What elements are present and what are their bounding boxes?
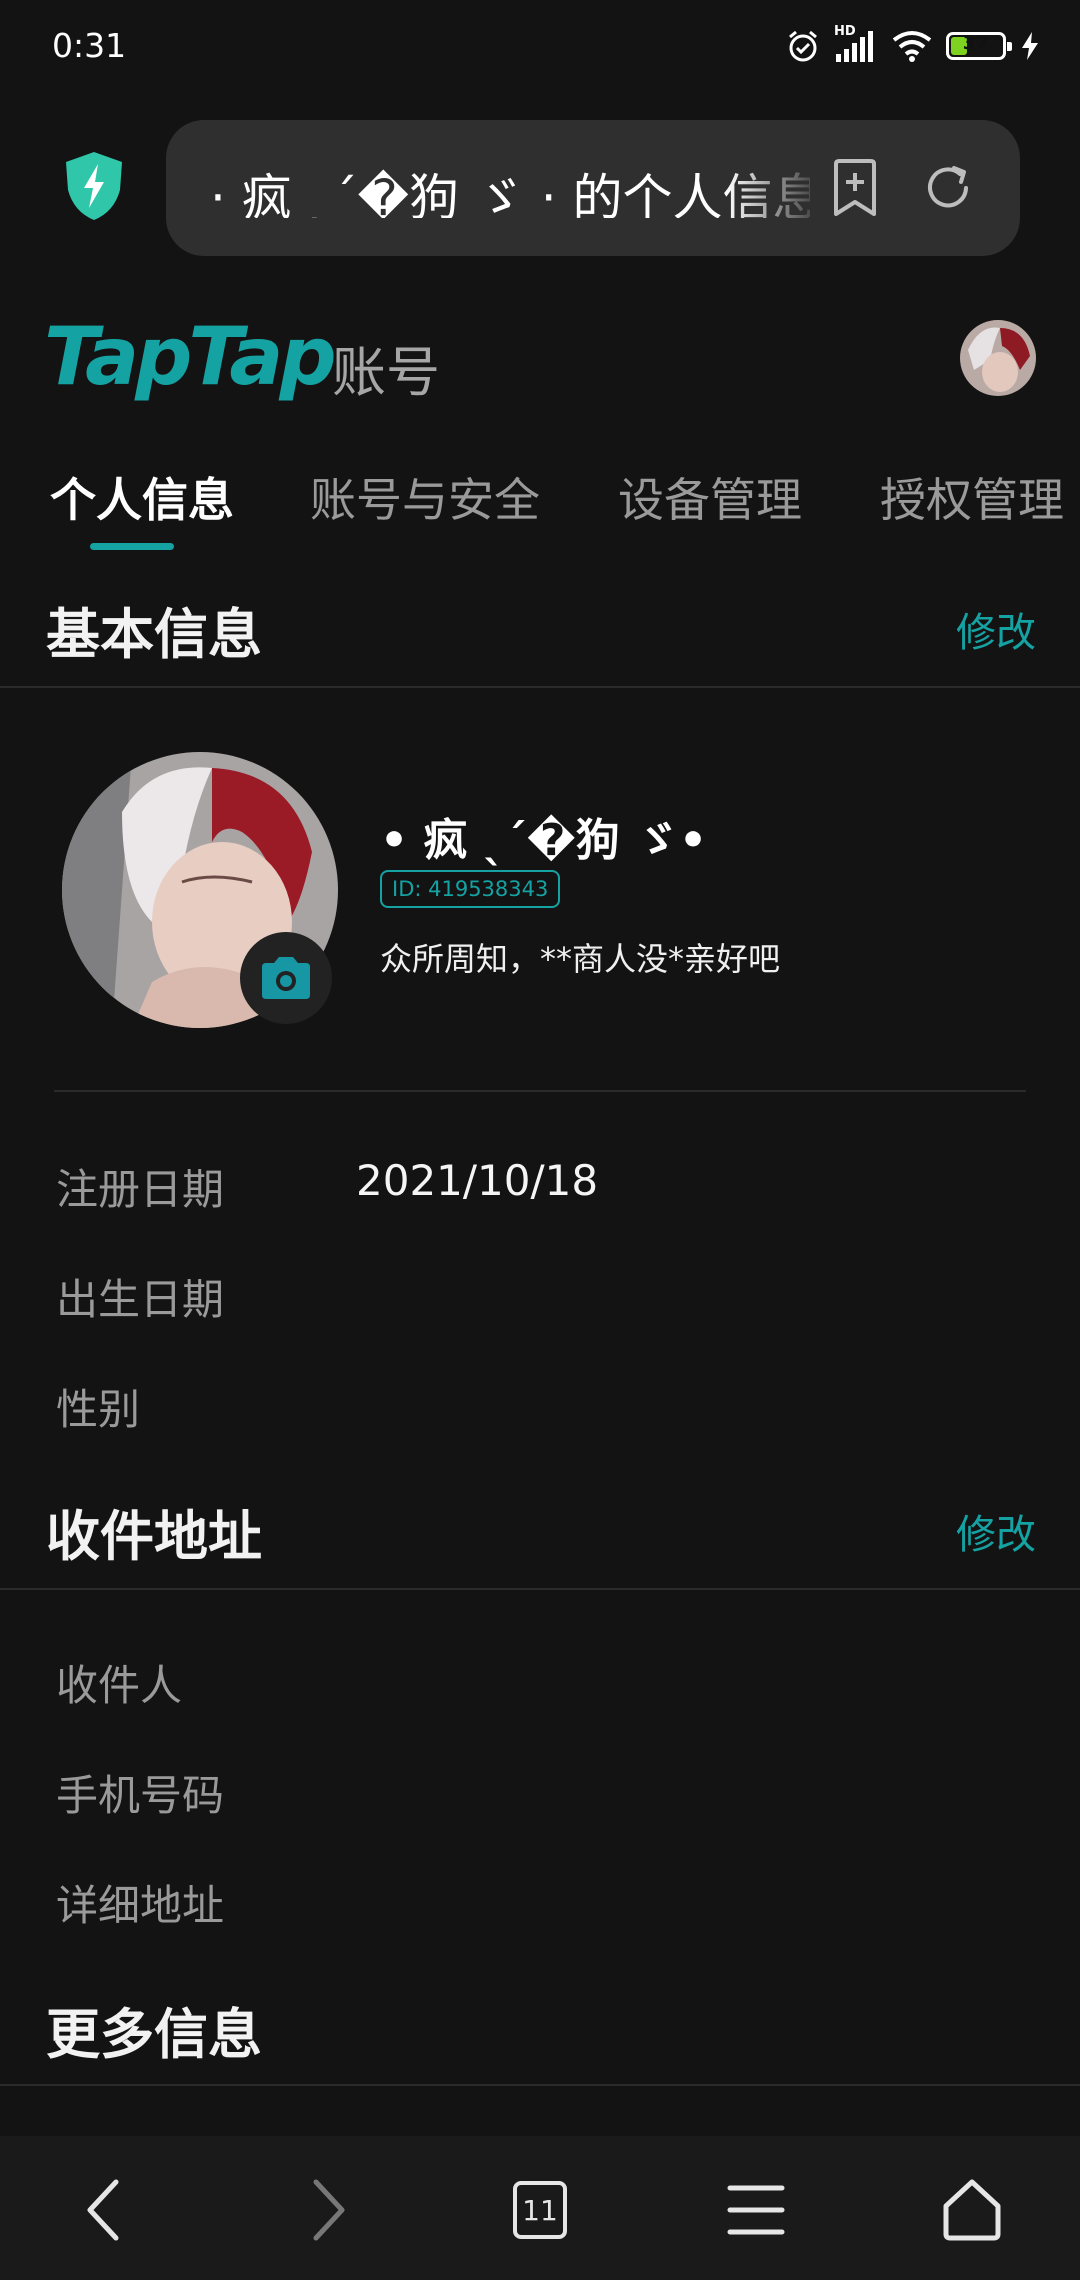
tab-count: 11 <box>522 2193 558 2227</box>
tabs-icon: 11 <box>513 2181 567 2239</box>
register-date-value: 2021/10/18 <box>356 1156 599 1205</box>
header-subtitle: 账号 <box>332 341 440 404</box>
tab-device-management[interactable]: 设备管理 <box>618 464 802 530</box>
tab-authorization-management[interactable]: 授权管理 <box>880 464 1064 530</box>
tab-account-security[interactable]: 账号与安全 <box>310 464 540 530</box>
signal-icon: HD <box>834 24 878 64</box>
alarm-icon <box>789 30 817 62</box>
taptap-logo: TapTap <box>44 310 337 403</box>
wifi-icon <box>892 31 932 62</box>
bookmark-add-icon[interactable] <box>826 158 884 218</box>
url-text[interactable]: · 疯 ˎˊ�狗 ゞ · 的个人信息 <box>210 158 810 218</box>
basic-info-edit-button[interactable]: 修改 <box>956 600 1036 658</box>
back-icon <box>87 2179 119 2241</box>
address-edit-button[interactable]: 修改 <box>956 1502 1036 1560</box>
menu-icon <box>727 2185 785 2235</box>
user-id-badge: ID: 419538343 <box>380 870 561 908</box>
avatar[interactable] <box>960 320 1036 396</box>
detail-address-label: 详细地址 <box>56 1881 225 1930</box>
active-tab-indicator <box>90 543 174 550</box>
address-bar[interactable]: · 疯 ˎˊ�狗 ゞ · 的个人信息 <box>166 120 1020 256</box>
gender-label: 性别 <box>56 1385 141 1434</box>
battery-icon: 37 <box>946 32 1012 60</box>
charging-icon <box>1022 32 1038 60</box>
status-time: 0:31 <box>52 26 127 65</box>
address-title: 收件地址 <box>46 1505 262 1568</box>
phone-label: 手机号码 <box>56 1771 225 1820</box>
shield-icon[interactable] <box>62 150 126 222</box>
section-divider <box>0 686 1080 688</box>
bottom-navigation: 11 <box>0 2136 1080 2280</box>
basic-info-title: 基本信息 <box>46 603 262 666</box>
camera-icon <box>262 957 310 999</box>
tabs-button[interactable]: 11 <box>500 2170 580 2250</box>
change-avatar-button[interactable] <box>240 932 332 1024</box>
tab-personal-info[interactable]: 个人信息 <box>50 464 234 530</box>
forward-button[interactable] <box>288 2170 368 2250</box>
more-info-title: 更多信息 <box>46 2003 262 2066</box>
section-divider <box>0 2084 1080 2086</box>
reload-icon[interactable] <box>918 158 978 218</box>
birth-date-label: 出生日期 <box>56 1275 225 1324</box>
menu-button[interactable] <box>716 2170 796 2250</box>
nickname: • 疯 ˎˊ�狗 ゞ• <box>380 815 708 866</box>
user-bio: 众所周知，**商人没*亲好吧 <box>380 940 781 978</box>
register-date-label: 注册日期 <box>56 1165 225 1214</box>
battery-text: 37 <box>962 32 990 54</box>
back-button[interactable] <box>64 2170 144 2250</box>
home-button[interactable] <box>932 2170 1012 2250</box>
profile-divider <box>54 1090 1026 1092</box>
forward-icon <box>313 2179 345 2241</box>
home-icon <box>943 2179 1001 2241</box>
status-icons: HD 37 <box>786 24 1040 66</box>
recipient-label: 收件人 <box>56 1661 183 1710</box>
section-divider <box>0 1588 1080 1590</box>
